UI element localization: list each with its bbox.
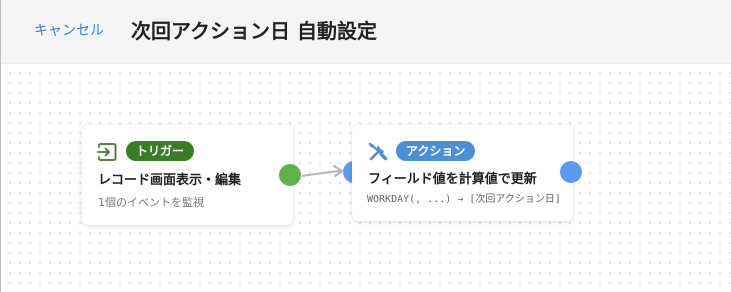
page-title: 次回アクション日 自動設定: [131, 19, 377, 43]
trigger-output-port[interactable]: [279, 164, 301, 186]
action-node[interactable]: アクション フィールド値を計算値で更新 WORKDAY(, ...) → [次回…: [352, 125, 573, 221]
tools-icon: [367, 141, 389, 163]
trigger-badge: トリガー: [126, 141, 195, 161]
action-output-port[interactable]: [560, 161, 582, 183]
action-badge: アクション: [396, 141, 476, 161]
trigger-node[interactable]: トリガー レコード画面表示・編集 1個のイベントを監視: [82, 125, 293, 225]
cancel-button[interactable]: キャンセル: [34, 21, 104, 41]
action-formula: WORKDAY(, ...) → [次回アクション日]: [367, 194, 561, 205]
workflow-editor: キャンセル 次回アクション日 自動設定 トリガー レコード画面表示・編集 1個の…: [0, 0, 731, 292]
trigger-subtitle: 1個のイベントを監視: [98, 196, 204, 209]
workflow-canvas[interactable]: トリガー レコード画面表示・編集 1個のイベントを監視 アクション フィールド値…: [1, 64, 731, 292]
connection-arrow: [301, 165, 343, 177]
import-arrow-icon: [96, 141, 118, 163]
editor-header: キャンセル 次回アクション日 自動設定: [1, 0, 731, 64]
trigger-title: レコード画面表示・編集: [98, 173, 242, 188]
action-title: フィールド値を計算値で更新: [368, 172, 537, 187]
